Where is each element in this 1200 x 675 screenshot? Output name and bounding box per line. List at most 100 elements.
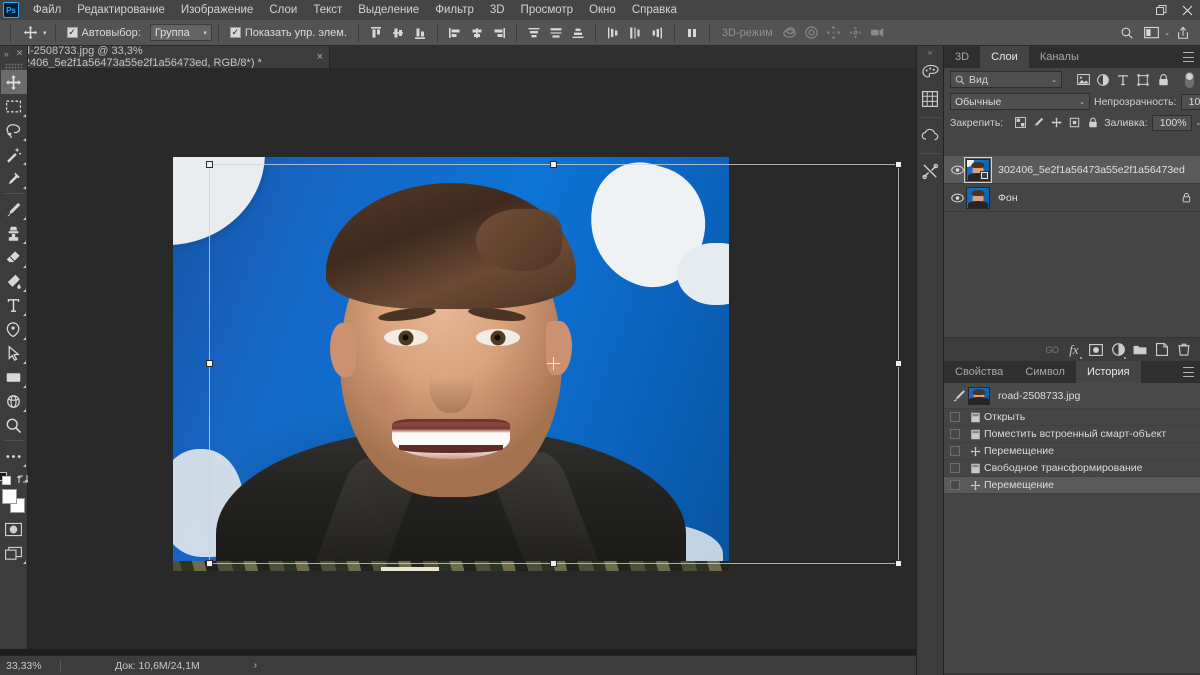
history-brush-checkbox[interactable] [950, 429, 960, 439]
close-icon[interactable]: × [317, 51, 323, 63]
eraser-tool[interactable] [1, 245, 27, 269]
rectangle-tool[interactable] [1, 365, 27, 389]
tools-settings-icon[interactable] [917, 158, 943, 184]
layer-filter-toggle[interactable] [1185, 71, 1194, 88]
history-brush-checkbox[interactable] [950, 480, 960, 490]
collapse-arrows-icon[interactable]: » [4, 49, 9, 59]
close-window-button[interactable] [1174, 0, 1200, 20]
menu-text[interactable]: Текст [305, 0, 350, 20]
quick-mask-button[interactable] [1, 517, 27, 541]
tool-preset-chevron-down-icon[interactable]: ▾ [43, 29, 47, 37]
share-icon[interactable] [1172, 22, 1194, 44]
link-layers-icon[interactable]: GO [1042, 339, 1062, 361]
layers-panel-menu-icon[interactable] [1183, 52, 1194, 62]
auto-select-check-icon[interactable]: ✓ [66, 27, 78, 38]
lock-all-icon[interactable] [1085, 115, 1100, 131]
tab-properties[interactable]: Свойства [944, 361, 1015, 383]
document-tab[interactable]: road-2508733.jpg @ 33,3% (302406_5e2f1a5… [0, 45, 330, 69]
path-selection-tool[interactable] [1, 341, 27, 365]
document-canvas[interactable] [173, 157, 729, 571]
tab-3d[interactable]: 3D [944, 46, 981, 68]
menu-edit[interactable]: Редактирование [69, 0, 173, 20]
pan-3d-icon[interactable] [823, 22, 845, 44]
color-swatches[interactable] [1, 489, 27, 515]
lasso-tool[interactable] [1, 118, 27, 142]
fill-field[interactable]: 100% [1151, 114, 1192, 131]
align-more-icon[interactable] [681, 22, 703, 44]
slide-3d-icon[interactable] [845, 22, 867, 44]
rotate-3d-tool[interactable] [1, 389, 27, 413]
align-left-edges-icon[interactable] [444, 22, 466, 44]
toolbar-collapse-handle[interactable]: » ✕ [0, 46, 28, 61]
menu-select[interactable]: Выделение [350, 0, 427, 20]
edit-toolbar-button[interactable] [1, 444, 27, 468]
align-horizontal-centers-icon[interactable] [466, 22, 488, 44]
rail-collapse-handle[interactable]: » [916, 46, 944, 59]
filter-adjustment-icon[interactable] [1094, 71, 1112, 88]
creative-cloud-icon[interactable] [917, 122, 943, 148]
history-brush-source-icon[interactable] [950, 389, 968, 402]
layer-visibility-toggle[interactable] [948, 157, 966, 183]
status-chevron-right-icon[interactable]: › [254, 660, 257, 671]
history-brush-checkbox[interactable] [950, 412, 960, 422]
gradient-tool[interactable] [1, 269, 27, 293]
auto-select-scope-dropdown[interactable]: Группа ▾ [149, 24, 212, 41]
opacity-field[interactable]: 100% [1180, 93, 1200, 110]
swatches-grid-icon[interactable] [917, 86, 943, 112]
transform-handle-top-right[interactable] [895, 161, 902, 168]
menu-window[interactable]: Окно [581, 0, 624, 20]
new-group-icon[interactable] [1130, 339, 1150, 361]
distribute-bottom-icon[interactable] [567, 22, 589, 44]
pen-tool[interactable] [1, 317, 27, 341]
list-item[interactable]: Перемещение [944, 443, 1200, 460]
auto-select-checkbox[interactable]: ✓ Автовыбор: [66, 27, 141, 39]
tab-character[interactable]: Символ [1014, 361, 1076, 383]
table-row[interactable]: 302406_5e2f1a56473a55e2f1a56473ed [944, 156, 1200, 184]
new-layer-icon[interactable] [1152, 339, 1172, 361]
history-brush-checkbox[interactable] [950, 446, 960, 456]
default-colors-icon[interactable] [0, 472, 12, 486]
adjustment-layer-icon[interactable] [1108, 339, 1128, 361]
layer-mask-icon[interactable] [1086, 339, 1106, 361]
layer-style-fx-icon[interactable]: fx [1064, 339, 1084, 361]
workspace-chevron-down-icon[interactable]: ⌄ [1164, 29, 1170, 37]
layer-thumbnail[interactable] [966, 186, 990, 209]
lock-transparent-pixels-icon[interactable] [1013, 115, 1028, 131]
distribute-left-icon[interactable] [602, 22, 624, 44]
menu-layers[interactable]: Слои [261, 0, 305, 20]
filter-type-icon[interactable] [1114, 71, 1132, 88]
filter-smart-object-icon[interactable] [1154, 71, 1172, 88]
scale-3d-icon[interactable] [867, 22, 889, 44]
menu-help[interactable]: Справка [624, 0, 685, 20]
transform-handle-middle-right[interactable] [895, 360, 902, 367]
list-item[interactable]: Поместить встроенный смарт-объект [944, 426, 1200, 443]
zoom-level-field[interactable]: 33,33% [0, 660, 60, 672]
brush-tool[interactable] [1, 197, 27, 221]
distribute-top-icon[interactable] [523, 22, 545, 44]
fill-chevron-down-icon[interactable]: ⌄ [1196, 119, 1200, 127]
layer-name[interactable]: Фон [998, 192, 1178, 204]
align-bottom-edges-icon[interactable] [409, 22, 431, 44]
tab-layers[interactable]: Слои [980, 46, 1029, 68]
delete-layer-icon[interactable] [1174, 339, 1194, 361]
search-icon[interactable] [1116, 22, 1138, 44]
list-item[interactable]: Открыть [944, 409, 1200, 426]
table-row[interactable]: Фон [944, 184, 1200, 212]
orbit-3d-icon[interactable] [779, 22, 801, 44]
menu-filter[interactable]: Фильтр [427, 0, 482, 20]
rectangular-marquee-tool[interactable] [1, 94, 27, 118]
move-tool-icon[interactable] [19, 22, 41, 44]
roll-3d-icon[interactable] [801, 22, 823, 44]
foreground-color-swatch[interactable] [1, 489, 17, 504]
move-tool[interactable] [0, 70, 27, 94]
eyedropper-tool[interactable] [1, 166, 27, 190]
transform-handle-bottom-right[interactable] [895, 560, 902, 567]
menu-3d[interactable]: 3D [482, 0, 513, 20]
canvas-area[interactable] [28, 68, 916, 649]
filter-pixel-icon[interactable] [1074, 71, 1092, 88]
align-vertical-centers-icon[interactable] [387, 22, 409, 44]
menu-image[interactable]: Изображение [173, 0, 261, 20]
align-top-edges-icon[interactable] [365, 22, 387, 44]
list-item[interactable]: road-2508733.jpg [944, 383, 1200, 409]
tab-history[interactable]: История [1075, 361, 1141, 383]
